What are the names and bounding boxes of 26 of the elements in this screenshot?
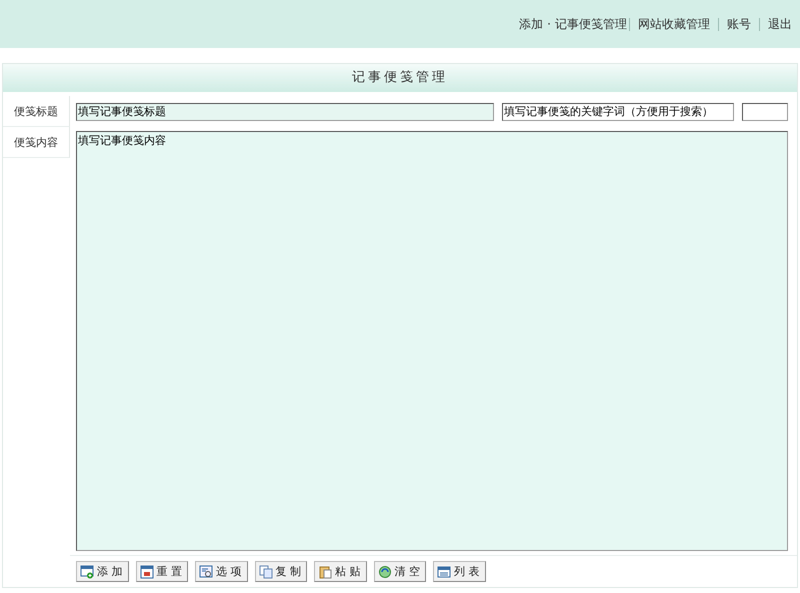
toolbar-button[interactable]: 重 置 xyxy=(136,561,188,582)
title-input[interactable]: 填写记事便笺标题 xyxy=(76,102,494,120)
toolbar-button[interactable]: 复 制 xyxy=(254,561,307,582)
toolbar-button[interactable]: 添 加 xyxy=(76,561,128,582)
nav-link[interactable]: 退出 xyxy=(759,18,792,30)
copy-icon xyxy=(258,564,272,578)
nav-link[interactable]: 网站收藏管理 xyxy=(629,18,718,30)
toolbar-button[interactable]: 列 表 xyxy=(433,561,486,582)
breadcrumb-separator: · xyxy=(546,17,552,31)
field-label: 便笺标题 xyxy=(3,96,70,127)
breadcrumb-link[interactable]: 添加 xyxy=(517,16,546,32)
toolbar-button[interactable]: 选 项 xyxy=(195,561,248,582)
small-input[interactable] xyxy=(742,102,788,120)
content-textarea[interactable]: 填写记事便笺内容 xyxy=(76,131,788,551)
toolbar-button[interactable]: 清 空 xyxy=(374,561,426,582)
nav-link[interactable]: 账号 xyxy=(718,18,759,30)
field-label: 便笺内容 xyxy=(3,127,70,158)
breadcrumb-link[interactable]: 记事便笺管理 xyxy=(553,16,629,32)
window-plus-icon xyxy=(80,564,94,578)
window-search-icon xyxy=(199,564,213,578)
list-icon xyxy=(437,564,451,578)
window-icon xyxy=(140,564,154,578)
keywords-input[interactable]: 填写记事便笺的关键字词（方便用于搜索） xyxy=(502,102,734,120)
panel-title: 记事便笺管理 xyxy=(3,64,797,92)
clipboard-icon xyxy=(318,564,332,578)
toolbar-button[interactable]: 粘 贴 xyxy=(314,561,366,582)
